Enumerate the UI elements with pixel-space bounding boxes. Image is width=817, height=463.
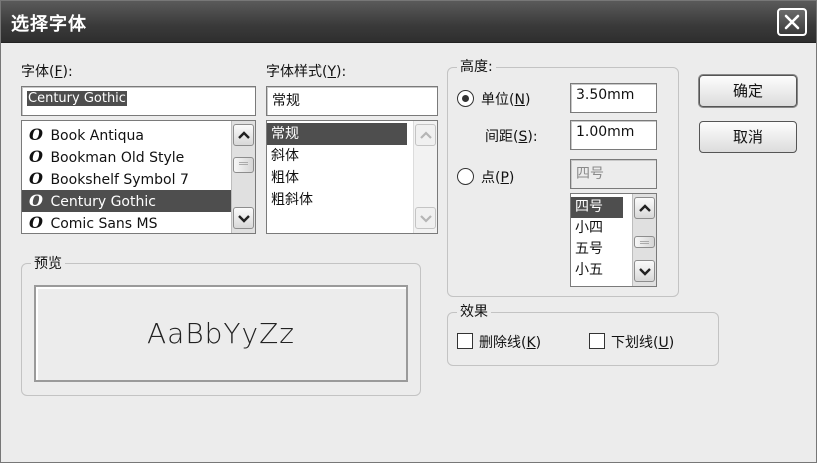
point-size-value: 四号 — [576, 166, 604, 182]
opentype-font-icon: O — [29, 147, 43, 166]
spacing-label: 间距(S): — [485, 129, 538, 145]
underline-label[interactable]: 下划线(U) — [611, 332, 674, 352]
underline-checkbox[interactable] — [589, 333, 605, 349]
font-label: 字体(F): — [21, 64, 73, 80]
opentype-font-icon: O — [29, 125, 43, 144]
scroll-thumb[interactable] — [634, 236, 655, 248]
spacing-value: 1.00mm — [576, 124, 635, 140]
point-size-list[interactable]: 四号 小四 五号 小五 — [570, 193, 657, 287]
font-list-item[interactable]: O Bookshelf Symbol 7 — [22, 168, 255, 190]
font-list-scrollbar[interactable] — [231, 121, 255, 233]
scroll-down-button[interactable] — [634, 260, 655, 282]
cancel-button[interactable]: 取消 — [699, 121, 797, 153]
unit-height-value: 3.50mm — [576, 87, 635, 103]
height-group-title: 高度: — [457, 56, 496, 76]
preview-sample-text: AaBbYyZz — [147, 317, 295, 350]
style-input[interactable]: 常规 — [266, 86, 438, 116]
strikethrough-label[interactable]: 删除线(K) — [479, 332, 541, 352]
unit-radio[interactable] — [457, 90, 474, 107]
point-label[interactable]: 点(P) — [481, 167, 514, 187]
style-list-scrollbar[interactable] — [413, 121, 437, 233]
close-button[interactable] — [777, 8, 807, 36]
effects-group-title: 效果 — [457, 301, 491, 321]
style-list-item[interactable]: 粗体 — [267, 167, 437, 189]
scroll-thumb[interactable] — [233, 157, 254, 173]
font-list-item-selected[interactable]: O Century Gothic — [22, 190, 255, 212]
opentype-font-icon: O — [29, 191, 43, 210]
style-list[interactable]: 常规 斜体 粗体 粗斜体 — [266, 120, 438, 234]
dialog-title: 选择字体 — [11, 14, 87, 35]
point-radio[interactable] — [457, 168, 474, 185]
font-name-value: Century Gothic — [27, 91, 127, 106]
style-value: 常规 — [272, 93, 300, 109]
font-dialog: 选择字体 字体(F): Century Gothic O Book Antiqu… — [0, 0, 817, 463]
preview-box: AaBbYyZz — [34, 285, 408, 382]
chevron-down-icon — [238, 215, 250, 223]
scroll-up-button[interactable] — [233, 124, 254, 146]
chevron-up-icon — [238, 131, 250, 139]
chevron-up-icon — [639, 204, 651, 212]
preview-group-title: 预览 — [31, 253, 65, 273]
chevron-up-icon — [420, 131, 432, 139]
strikethrough-checkbox[interactable] — [457, 333, 473, 349]
font-name-input[interactable]: Century Gothic — [21, 86, 256, 116]
font-list-item[interactable]: O Book Antiqua — [22, 124, 255, 146]
point-size-item-selected[interactable]: 四号 — [571, 197, 623, 218]
scroll-down-button[interactable] — [233, 207, 254, 229]
opentype-font-icon: O — [29, 169, 43, 188]
unit-height-input[interactable]: 3.50mm — [570, 83, 657, 113]
style-list-items: 常规 斜体 粗体 粗斜体 — [267, 121, 437, 211]
scroll-up-button[interactable] — [634, 197, 655, 219]
style-list-item[interactable]: 斜体 — [267, 145, 437, 167]
style-list-item-selected[interactable]: 常规 — [267, 123, 407, 145]
scroll-down-button[interactable] — [415, 207, 436, 229]
font-list[interactable]: O Book Antiqua O Bookman Old Style O Boo… — [21, 120, 256, 234]
scroll-up-button[interactable] — [415, 124, 436, 146]
style-list-item[interactable]: 粗斜体 — [267, 189, 437, 211]
ok-button[interactable]: 确定 — [699, 75, 797, 107]
style-label: 字体样式(Y): — [266, 64, 347, 80]
opentype-font-icon: O — [29, 213, 43, 232]
font-list-item[interactable]: O Comic Sans MS — [22, 212, 255, 233]
close-icon — [784, 14, 800, 30]
chevron-down-icon — [420, 215, 432, 223]
font-list-item[interactable]: O Bookman Old Style — [22, 146, 255, 168]
spacing-input[interactable]: 1.00mm — [570, 120, 657, 150]
title-bar[interactable]: 选择字体 — [1, 1, 816, 43]
font-list-items: O Book Antiqua O Bookman Old Style O Boo… — [22, 121, 255, 233]
point-size-input[interactable]: 四号 — [570, 159, 657, 189]
chevron-down-icon — [639, 268, 651, 276]
unit-label[interactable]: 单位(N) — [481, 89, 530, 109]
point-size-scrollbar[interactable] — [632, 194, 656, 286]
